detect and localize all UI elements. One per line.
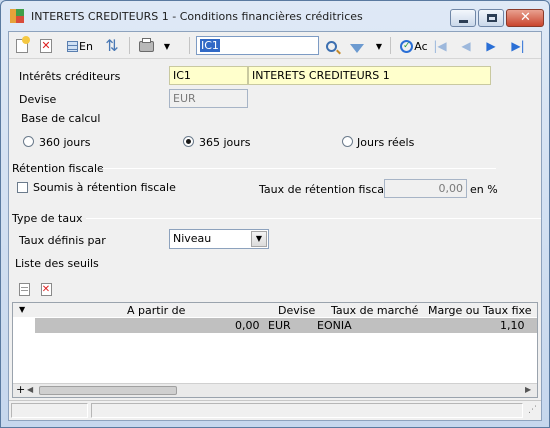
soumis-retention-checkbox[interactable] bbox=[17, 182, 28, 193]
window: INTERETS CREDITEURS 1 - Conditions finan… bbox=[0, 0, 550, 428]
resize-grip-icon[interactable]: ⋰ bbox=[528, 405, 537, 415]
grid-translate-icon bbox=[67, 40, 79, 52]
first-record-icon: |◀ bbox=[433, 39, 447, 53]
taux-definis-label: Taux définis par bbox=[19, 234, 106, 247]
chevron-down-icon: ▼ bbox=[251, 231, 267, 247]
minimize-button[interactable] bbox=[450, 9, 476, 27]
translate-label: En bbox=[79, 39, 93, 53]
col-header-a-partir-de[interactable]: A partir de bbox=[127, 304, 185, 317]
delete-icon: ✕ bbox=[40, 39, 52, 53]
form-client-area: ✕ En ⇅ ▼ IC1 ▼ ✓ Ac |◀ ◀ ▶ ▶| Intérêts c… bbox=[8, 31, 542, 421]
taux-retention-unit: en % bbox=[470, 183, 498, 196]
previous-record-icon: ◀ bbox=[461, 39, 471, 53]
interets-label: Intérêts créditeurs bbox=[19, 70, 121, 83]
scroll-left-icon[interactable]: ◀ bbox=[27, 385, 33, 394]
filter-dropdown[interactable]: ▼ bbox=[373, 36, 385, 56]
chevron-down-icon: ▼ bbox=[163, 41, 171, 51]
cell-devise: EUR bbox=[268, 319, 291, 332]
grid-add-row-plus[interactable]: + bbox=[16, 383, 25, 396]
next-record-icon: ▶ bbox=[486, 39, 496, 53]
col-header-taux-marche[interactable]: Taux de marché bbox=[331, 304, 418, 317]
table-row[interactable]: 0,00 EUR EONIA 1,10 bbox=[35, 318, 537, 333]
radio-365-label: 365 jours bbox=[199, 136, 251, 149]
close-icon: ✕ bbox=[520, 10, 531, 25]
cell-marge: 1,10 bbox=[500, 319, 525, 332]
search-input[interactable]: IC1 bbox=[196, 36, 319, 55]
refresh-icon: ⇅ bbox=[105, 36, 119, 55]
toolbar: ✕ En ⇅ ▼ IC1 ▼ ✓ Ac |◀ ◀ ▶ ▶| bbox=[9, 32, 541, 59]
seuils-grid: ▼ A partir de Devise Taux de marché Marg… bbox=[12, 302, 538, 398]
grid-menu-icon[interactable]: ▼ bbox=[19, 305, 25, 314]
minimize-icon bbox=[459, 20, 468, 23]
libelle-field[interactable]: INTERETS CREDITEURS 1 bbox=[248, 66, 491, 85]
cell-taux-marche: EONIA bbox=[317, 319, 352, 332]
devise-label: Devise bbox=[19, 93, 57, 106]
new-document-icon bbox=[16, 36, 30, 53]
radio-jours-reels-label: Jours réels bbox=[357, 136, 415, 149]
translate-button[interactable]: En bbox=[63, 36, 97, 56]
grid-header: ▼ A partir de Devise Taux de marché Marg… bbox=[13, 303, 537, 317]
base-calcul-label: Base de calcul bbox=[21, 112, 101, 125]
col-header-marge[interactable]: Marge ou Taux fixe bbox=[428, 304, 532, 317]
print-dropdown[interactable]: ▼ bbox=[160, 36, 174, 56]
taux-retention-field: 0,00 bbox=[384, 179, 467, 198]
maximize-button[interactable] bbox=[478, 9, 504, 27]
active-filter-label: Ac bbox=[414, 39, 428, 53]
radio-360-jours[interactable] bbox=[23, 136, 34, 147]
new-row-icon bbox=[18, 282, 30, 296]
refresh-button[interactable]: ⇅ bbox=[101, 36, 123, 56]
grid-horizontal-scrollbar[interactable]: + ◀ ▶ bbox=[13, 383, 537, 397]
magnifier-icon bbox=[325, 40, 341, 54]
printer-icon bbox=[138, 37, 154, 52]
window-title: INTERETS CREDITEURS 1 - Conditions finan… bbox=[31, 10, 363, 23]
taux-retention-label: Taux de rétention fiscale bbox=[259, 183, 394, 196]
taux-definis-value: Niveau bbox=[173, 232, 212, 245]
filter-button[interactable] bbox=[347, 36, 367, 56]
status-cell-2 bbox=[91, 403, 523, 418]
close-button[interactable]: ✕ bbox=[506, 9, 544, 27]
type-taux-section-title: Type de taux bbox=[12, 212, 83, 225]
print-button[interactable] bbox=[135, 36, 157, 56]
maximize-icon bbox=[487, 14, 497, 22]
new-document-button[interactable] bbox=[12, 36, 32, 56]
last-record-button[interactable]: ▶| bbox=[509, 36, 527, 56]
scroll-thumb[interactable] bbox=[39, 386, 177, 395]
active-check-icon: ✓ bbox=[400, 39, 414, 53]
scroll-right-icon[interactable]: ▶ bbox=[525, 385, 531, 394]
app-icon bbox=[10, 9, 24, 23]
taux-definis-select[interactable]: Niveau ▼ bbox=[169, 229, 269, 249]
radio-365-jours[interactable] bbox=[183, 136, 194, 147]
col-header-devise[interactable]: Devise bbox=[278, 304, 315, 317]
delete-row-icon: ✕ bbox=[40, 282, 52, 296]
status-cell-1 bbox=[11, 403, 88, 418]
cell-a-partir-de: 0,00 bbox=[235, 319, 260, 332]
type-taux-divider bbox=[86, 218, 541, 219]
code-field[interactable]: IC1 bbox=[169, 66, 248, 85]
liste-seuils-label: Liste des seuils bbox=[15, 257, 99, 270]
next-record-button[interactable]: ▶ bbox=[483, 36, 499, 56]
first-record-button[interactable]: |◀ bbox=[432, 36, 448, 56]
previous-record-button[interactable]: ◀ bbox=[458, 36, 474, 56]
last-record-icon: ▶| bbox=[511, 39, 525, 53]
active-filter-button[interactable]: ✓ Ac bbox=[397, 36, 431, 56]
funnel-icon bbox=[350, 43, 364, 53]
radio-jours-reels[interactable] bbox=[342, 136, 353, 147]
grid-add-row-button[interactable] bbox=[16, 279, 32, 299]
grid-delete-row-button[interactable]: ✕ bbox=[38, 279, 54, 299]
soumis-retention-label: Soumis à rétention fiscale bbox=[33, 181, 176, 194]
chevron-down-icon: ▼ bbox=[375, 41, 383, 51]
delete-button[interactable]: ✕ bbox=[36, 36, 56, 56]
status-bar: ⋰ bbox=[9, 400, 541, 420]
search-button[interactable] bbox=[321, 36, 341, 56]
devise-field: EUR bbox=[169, 89, 248, 108]
title-bar[interactable]: INTERETS CREDITEURS 1 - Conditions finan… bbox=[1, 1, 549, 31]
retention-section-title: Rétention fiscale bbox=[12, 162, 104, 175]
search-input-value: IC1 bbox=[200, 39, 220, 52]
retention-divider bbox=[102, 168, 496, 169]
radio-360-label: 360 jours bbox=[39, 136, 91, 149]
